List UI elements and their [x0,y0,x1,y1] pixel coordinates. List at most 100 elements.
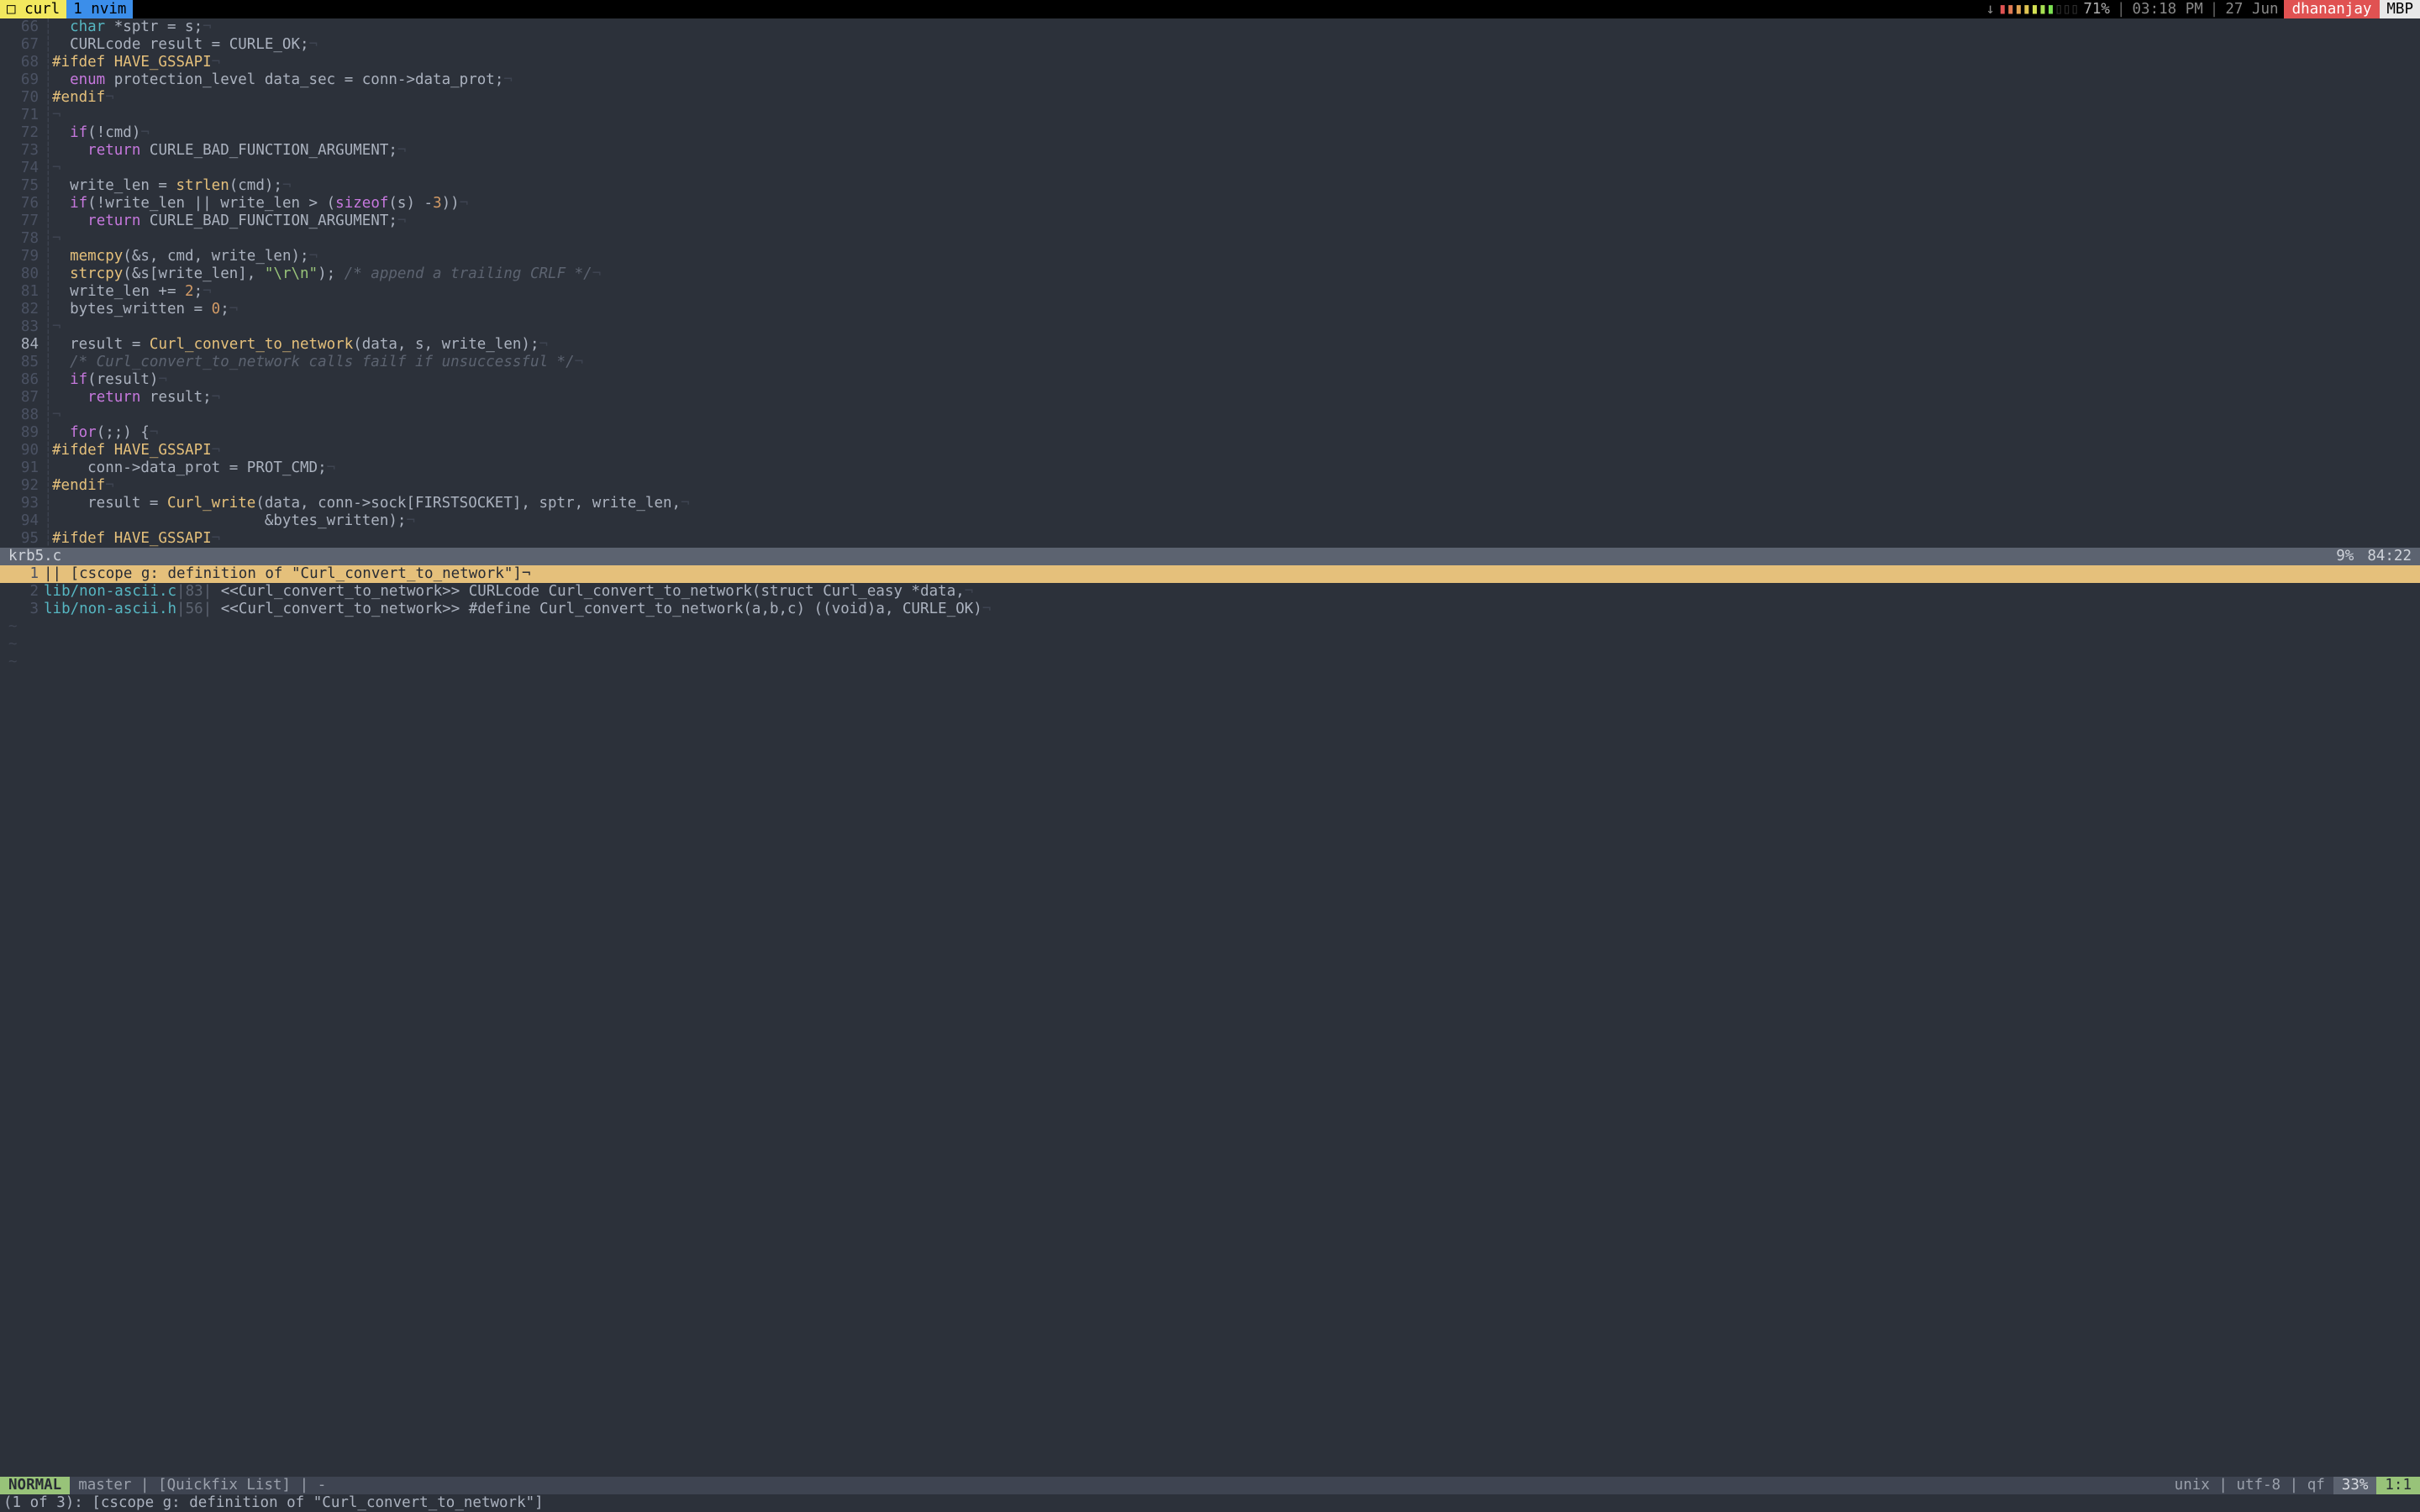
code-line[interactable]: 70┆#endif¬ [0,89,2420,107]
code-content[interactable]: if(!write_len || write_len > (sizeof(s) … [52,195,2420,213]
empty-line-tilde: ~ [0,636,2420,654]
code-content[interactable]: #ifdef HAVE_GSSAPI¬ [52,54,2420,71]
code-content[interactable]: &bytes_written);¬ [52,512,2420,530]
indent-guide: ┆ [44,177,52,195]
code-line[interactable]: 85┆ /* Curl_convert_to_network calls fai… [0,354,2420,371]
vim-mode: NORMAL [0,1477,70,1494]
code-content[interactable]: if(!cmd)¬ [52,124,2420,142]
code-content[interactable]: #endif¬ [52,477,2420,495]
download-arrow-icon: ↓ [1986,0,1998,18]
editor-pane[interactable]: 66┆ char *sptr = s;¬67┆ CURLcode result … [0,18,2420,1477]
code-content[interactable]: ¬ [52,318,2420,336]
tmux-host: MBP [2380,0,2420,18]
code-content[interactable]: ¬ [52,407,2420,424]
code-content[interactable]: result = Curl_convert_to_network(data, s… [52,336,2420,354]
tmux-window-nvim[interactable]: 1 nvim [66,0,133,18]
code-content[interactable]: return CURLE_BAD_FUNCTION_ARGUMENT;¬ [52,213,2420,230]
code-line[interactable]: 67┆ CURLcode result = CURLE_OK;¬ [0,36,2420,54]
code-content[interactable]: ¬ [52,107,2420,124]
code-line[interactable]: 86┆ if(result)¬ [0,371,2420,389]
indent-guide: ┆ [44,18,52,36]
code-content[interactable]: conn->data_prot = PROT_CMD;¬ [52,459,2420,477]
code-content[interactable]: if(result)¬ [52,371,2420,389]
code-line[interactable]: 94┆ &bytes_written);¬ [0,512,2420,530]
file-scroll-percent: 9% [2323,548,2367,565]
code-content[interactable]: write_len = strlen(cmd);¬ [52,177,2420,195]
line-number: 87 [0,389,44,407]
code-line[interactable]: 92┆#endif¬ [0,477,2420,495]
code-content[interactable]: #ifdef HAVE_GSSAPI¬ [52,442,2420,459]
code-line[interactable]: 93┆ result = Curl_write(data, conn->sock… [0,495,2420,512]
code-content[interactable]: for(;;) {¬ [52,424,2420,442]
code-content[interactable]: strcpy(&s[write_len], "\r\n"); /* append… [52,265,2420,283]
quickfix-item[interactable]: 3lib/non-ascii.h|56| <<Curl_convert_to_n… [0,601,2420,618]
quickfix-list[interactable]: 1|| [cscope g: definition of "Curl_conve… [0,565,2420,671]
code-line[interactable]: 88┆¬ [0,407,2420,424]
code-line[interactable]: 83┆¬ [0,318,2420,336]
line-number: 3 [0,601,44,618]
code-line[interactable]: 90┆#ifdef HAVE_GSSAPI¬ [0,442,2420,459]
indent-guide: ┆ [44,495,52,512]
code-line[interactable]: 79┆ memcpy(&s, cmd, write_len);¬ [0,248,2420,265]
line-number: 1 [0,565,44,583]
line-number: 89 [0,424,44,442]
code-line[interactable]: 71┆¬ [0,107,2420,124]
code-line[interactable]: 81┆ write_len += 2;¬ [0,283,2420,301]
quickfix-item[interactable]: 2lib/non-ascii.c|83| <<Curl_convert_to_n… [0,583,2420,601]
code-line[interactable]: 87┆ return result;¬ [0,389,2420,407]
battery-bars-icon: ▮▮▮▮▮▮▮▯▯▯ [1998,0,2078,18]
code-line[interactable]: 74┆¬ [0,160,2420,177]
line-number: 73 [0,142,44,160]
code-line[interactable]: 75┆ write_len = strlen(cmd);¬ [0,177,2420,195]
statusline: NORMAL master | [Quickfix List] | - unix… [0,1477,2420,1494]
code-line[interactable]: 77┆ return CURLE_BAD_FUNCTION_ARGUMENT;¬ [0,213,2420,230]
code-line[interactable]: 95┆#ifdef HAVE_GSSAPI¬ [0,530,2420,548]
indent-guide: ┆ [44,195,52,213]
quickfix-text: lib/non-ascii.h|56| <<Curl_convert_to_ne… [44,601,2420,618]
line-number: 85 [0,354,44,371]
empty-line-tilde: ~ [0,654,2420,671]
tmux-windows: □ curl 1 nvim [0,0,133,18]
code-content[interactable]: enum protection_level data_sec = conn->d… [52,71,2420,89]
code-line[interactable]: 69┆ enum protection_level data_sec = con… [0,71,2420,89]
code-content[interactable]: #endif¬ [52,89,2420,107]
code-line[interactable]: 73┆ return CURLE_BAD_FUNCTION_ARGUMENT;¬ [0,142,2420,160]
code-line[interactable]: 68┆#ifdef HAVE_GSSAPI¬ [0,54,2420,71]
code-content[interactable]: ¬ [52,230,2420,248]
indent-guide: ┆ [44,142,52,160]
code-line[interactable]: 72┆ if(!cmd)¬ [0,124,2420,142]
code-content[interactable]: write_len += 2;¬ [52,283,2420,301]
code-content[interactable]: ¬ [52,160,2420,177]
code-line[interactable]: 91┆ conn->data_prot = PROT_CMD;¬ [0,459,2420,477]
code-content[interactable]: /* Curl_convert_to_network calls failf i… [52,354,2420,371]
indent-guide: ┆ [44,318,52,336]
code-line[interactable]: 84┆ result = Curl_convert_to_network(dat… [0,336,2420,354]
code-content[interactable]: bytes_written = 0;¬ [52,301,2420,318]
code-content[interactable]: result = Curl_write(data, conn->sock[FIR… [52,495,2420,512]
line-number: 69 [0,71,44,89]
indent-guide: ┆ [44,71,52,89]
code-line[interactable]: 89┆ for(;;) {¬ [0,424,2420,442]
vim-encoding: unix | utf-8 | qf [2166,1477,2333,1494]
code-line[interactable]: 80┆ strcpy(&s[write_len], "\r\n"); /* ap… [0,265,2420,283]
line-number: 80 [0,265,44,283]
code-content[interactable]: memcpy(&s, cmd, write_len);¬ [52,248,2420,265]
code-content[interactable]: CURLcode result = CURLE_OK;¬ [52,36,2420,54]
code-line[interactable]: 66┆ char *sptr = s;¬ [0,18,2420,36]
code-content[interactable]: char *sptr = s;¬ [52,18,2420,36]
code-content[interactable]: return CURLE_BAD_FUNCTION_ARGUMENT;¬ [52,142,2420,160]
line-number: 84 [0,336,44,354]
clock-time: 03:18 PM [2128,0,2208,18]
quickfix-item[interactable]: 1|| [cscope g: definition of "Curl_conve… [0,565,2420,583]
separator: | [2208,0,2221,18]
code-content[interactable]: return result;¬ [52,389,2420,407]
tmux-status-right: ↓ ▮▮▮▮▮▮▮▯▯▯ 71% | 03:18 PM | 27 Jun dha… [1986,0,2420,18]
command-line[interactable]: (1 of 3): [cscope g: definition of "Curl… [0,1494,2420,1512]
code-line[interactable]: 78┆¬ [0,230,2420,248]
indent-guide: ┆ [44,36,52,54]
code-content[interactable]: #ifdef HAVE_GSSAPI¬ [52,530,2420,548]
clock-date: 27 Jun [2220,0,2283,18]
tmux-window-curl[interactable]: □ curl [0,0,66,18]
code-line[interactable]: 76┆ if(!write_len || write_len > (sizeof… [0,195,2420,213]
code-line[interactable]: 82┆ bytes_written = 0;¬ [0,301,2420,318]
